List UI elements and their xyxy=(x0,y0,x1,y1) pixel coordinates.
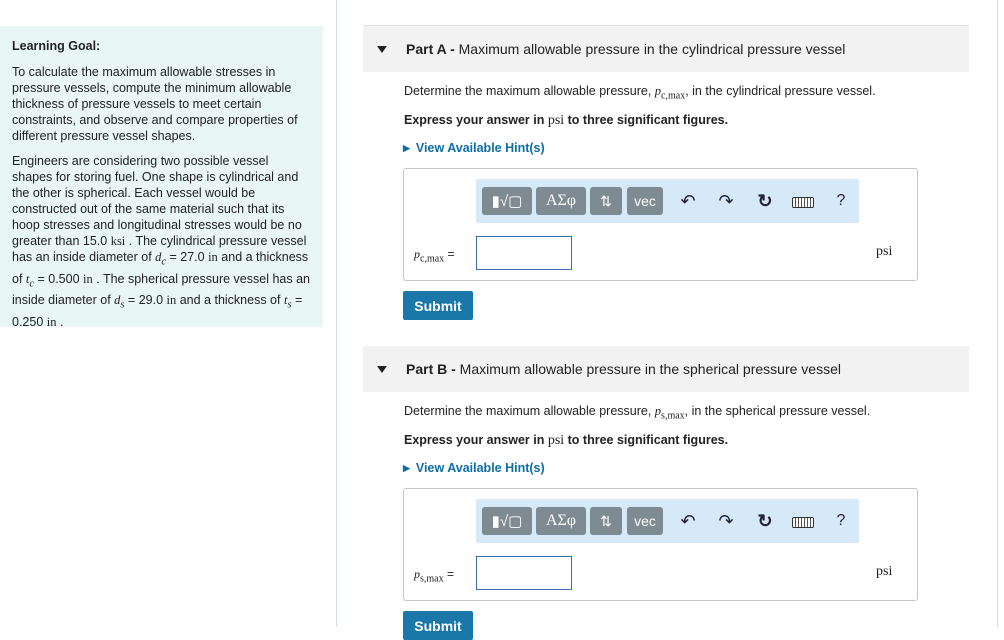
part-b-title: Part B - Maximum allowable pressure in t… xyxy=(406,361,841,377)
part-a-unit: psi xyxy=(876,244,893,259)
equation-toolbar: ▮√▢ ΑΣφ ⇅ vec ↶ ↷ ↻ ? xyxy=(476,179,859,223)
part-a-instructions: Express your answer in psi to three sign… xyxy=(404,113,729,128)
vector-button[interactable]: vec xyxy=(627,507,663,535)
learning-goal-description: Engineers are considering two possible v… xyxy=(12,154,310,329)
part-b-answer-input[interactable] xyxy=(476,556,572,590)
equation-toolbar: ▮√▢ ΑΣφ ⇅ vec ↶ ↷ ↻ ? xyxy=(476,499,859,543)
part-b-submit-button[interactable]: Submit xyxy=(403,611,473,640)
reset-icon[interactable]: ↻ xyxy=(754,191,776,212)
reset-icon[interactable]: ↻ xyxy=(754,511,776,532)
column-divider xyxy=(336,0,337,627)
undo-icon[interactable]: ↶ xyxy=(677,191,699,212)
part-b-answer-box: ▮√▢ ΑΣφ ⇅ vec ↶ ↷ ↻ ? ps,max = psi xyxy=(403,488,918,601)
part-a-hint-link[interactable]: ▶ View Available Hint(s) xyxy=(403,141,545,155)
greek-symbols-button[interactable]: ΑΣφ xyxy=(536,187,586,215)
part-a-submit-button[interactable]: Submit xyxy=(403,291,473,320)
part-b-instructions: Express your answer in psi to three sign… xyxy=(404,433,729,448)
collapse-triangle-icon[interactable] xyxy=(377,45,387,53)
vector-button[interactable]: vec xyxy=(627,187,663,215)
scrollbar-track[interactable] xyxy=(997,0,998,627)
part-b-answer-label: ps,max = xyxy=(414,567,454,585)
undo-icon[interactable]: ↶ xyxy=(677,511,699,532)
learning-goal-panel: Learning Goal: To calculate the maximum … xyxy=(0,26,323,329)
part-a-title: Part A - Maximum allowable pressure in t… xyxy=(406,41,846,57)
part-a-answer-box: ▮√▢ ΑΣφ ⇅ vec ↶ ↷ ↻ ? pc,max = psi xyxy=(403,168,918,281)
redo-icon[interactable]: ↷ xyxy=(715,191,737,212)
part-b-question: Determine the maximum allowable pressure… xyxy=(404,404,871,422)
part-b-header[interactable]: Part B - Maximum allowable pressure in t… xyxy=(363,346,969,392)
redo-icon[interactable]: ↷ xyxy=(715,511,737,532)
arrows-button[interactable]: ⇅ xyxy=(590,187,622,215)
arrows-button[interactable]: ⇅ xyxy=(590,507,622,535)
collapse-triangle-icon[interactable] xyxy=(377,365,387,373)
learning-goal-intro: To calculate the maximum allowable stres… xyxy=(12,65,298,143)
learning-goal-title: Learning Goal: xyxy=(12,39,101,53)
part-b-unit: psi xyxy=(876,564,893,579)
caret-right-icon: ▶ xyxy=(403,463,410,473)
part-a-question: Determine the maximum allowable pressure… xyxy=(404,84,876,102)
part-a-header[interactable]: Part A - Maximum allowable pressure in t… xyxy=(363,26,969,72)
help-icon[interactable]: ? xyxy=(830,192,852,210)
templates-button[interactable]: ▮√▢ xyxy=(482,507,532,535)
keyboard-icon[interactable] xyxy=(792,197,814,208)
keyboard-icon[interactable] xyxy=(792,517,814,528)
greek-symbols-button[interactable]: ΑΣφ xyxy=(536,507,586,535)
part-a-answer-label: pc,max = xyxy=(414,247,455,265)
part-b-hint-link[interactable]: ▶ View Available Hint(s) xyxy=(403,461,545,475)
templates-button[interactable]: ▮√▢ xyxy=(482,187,532,215)
part-a-answer-input[interactable] xyxy=(476,236,572,270)
caret-right-icon: ▶ xyxy=(403,143,410,153)
help-icon[interactable]: ? xyxy=(830,512,852,530)
